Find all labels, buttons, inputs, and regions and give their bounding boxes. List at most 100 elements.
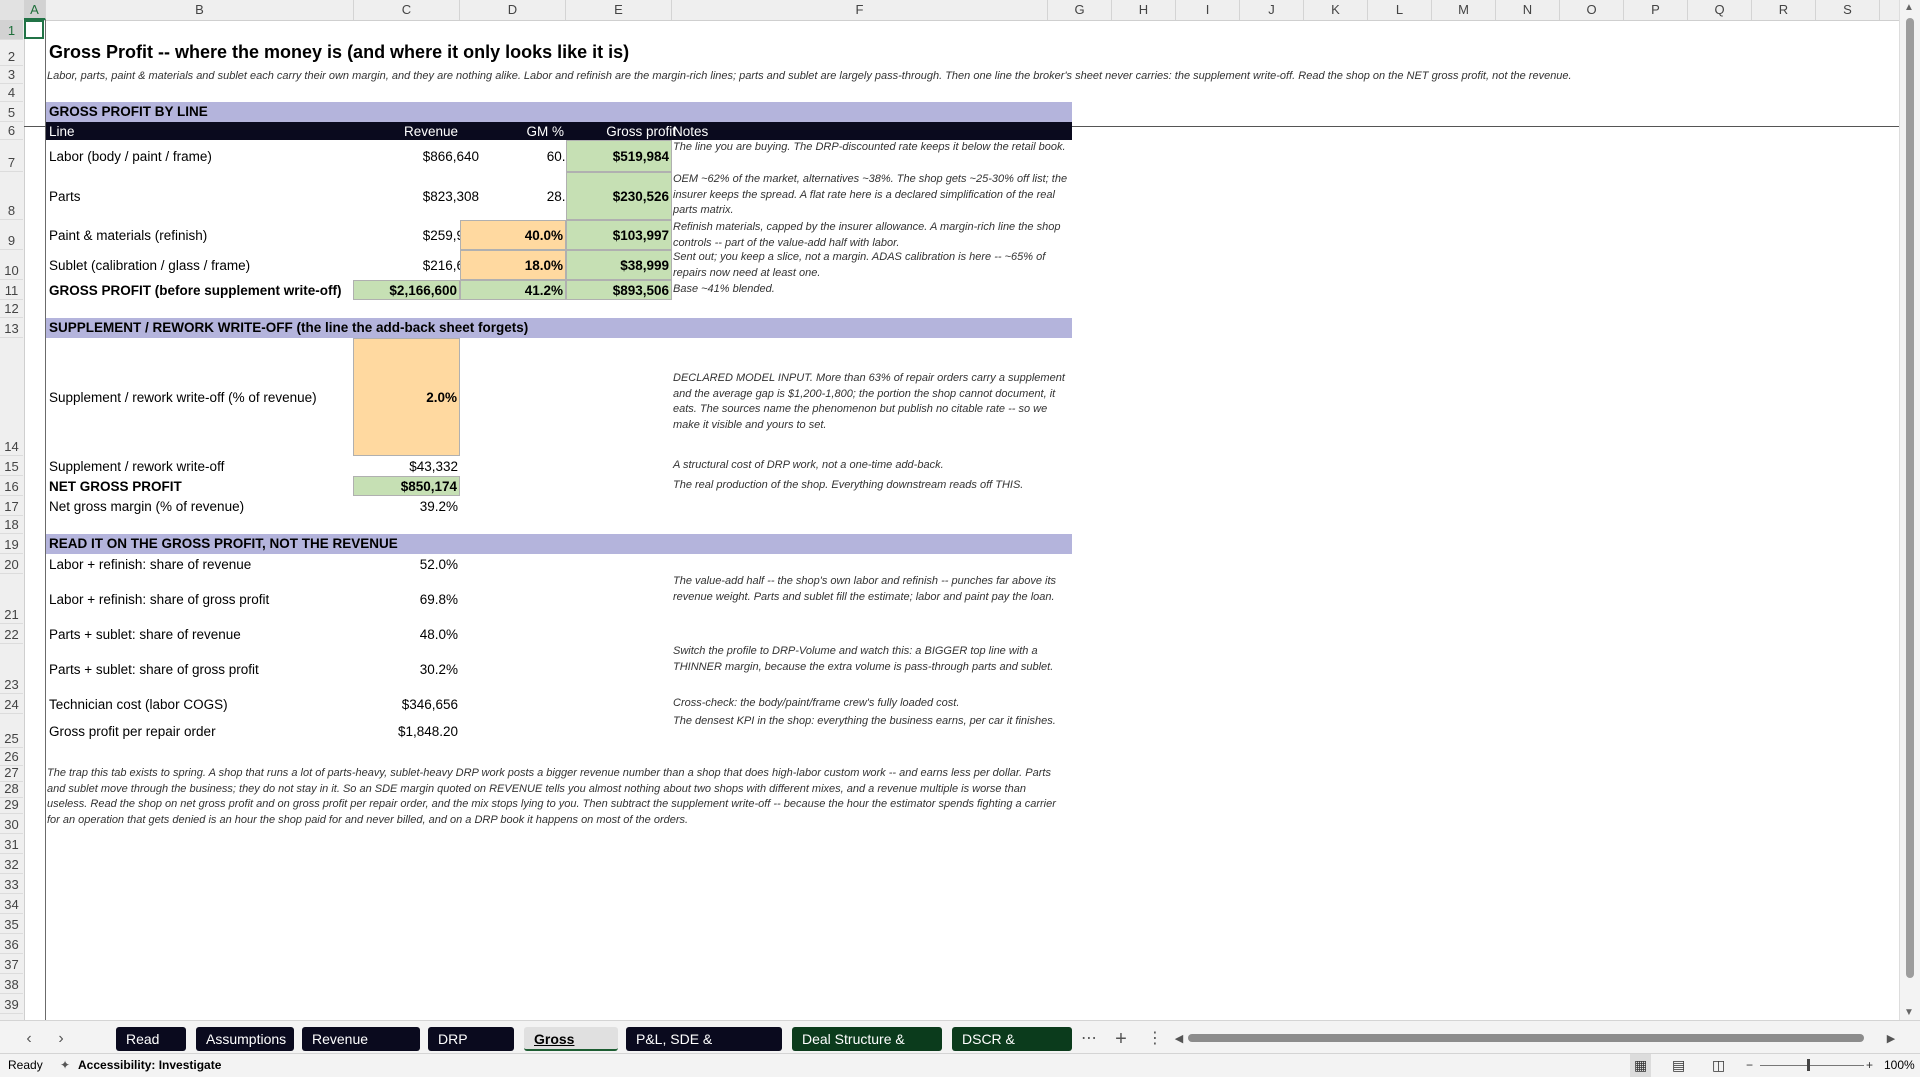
column-header-i[interactable]: I <box>1176 0 1240 20</box>
zoom-in-icon[interactable]: + <box>1866 1054 1873 1077</box>
page-break-view-icon[interactable]: ◫ <box>1712 1054 1725 1077</box>
net-gross-margin-label[interactable]: Net gross margin (% of revenue) <box>49 496 349 516</box>
line-label-paint[interactable]: Paint & materials (refinish) <box>49 220 369 250</box>
metric-label[interactable]: Labor + refinish: share of gross profit <box>49 574 349 624</box>
row-header[interactable]: 37 <box>0 954 23 974</box>
row-header[interactable]: 30 <box>0 814 23 834</box>
row-header[interactable]: 10 <box>0 250 23 280</box>
row-header[interactable]: 26 <box>0 748 23 766</box>
row-header[interactable]: 1 <box>0 20 23 40</box>
column-header-a[interactable]: A <box>24 0 46 20</box>
row-header[interactable]: 3 <box>0 66 23 84</box>
vertical-scrollbar[interactable]: ▲ ▼ <box>1899 0 1920 1020</box>
scroll-up-icon[interactable]: ▲ <box>1904 2 1914 13</box>
sublet-gm-input[interactable]: 18.0% <box>460 250 566 280</box>
zoom-out-icon[interactable]: − <box>1746 1054 1753 1077</box>
more-tabs-icon[interactable]: ⋯ <box>1078 1027 1100 1051</box>
net-gross-margin-value[interactable]: 39.2% <box>353 496 460 516</box>
supplement-writeoff-value[interactable]: $43,332 <box>353 456 460 476</box>
active-cell-a1[interactable] <box>24 20 44 39</box>
row-header[interactable]: 22 <box>0 624 23 644</box>
tab-drp-bridge[interactable]: DRP Bridge <box>428 1027 514 1071</box>
column-header-h[interactable]: H <box>1112 0 1176 20</box>
row-header[interactable]: 9 <box>0 220 23 250</box>
column-header-b[interactable]: B <box>46 0 354 20</box>
metric-value[interactable]: 48.0% <box>353 624 460 644</box>
row-header[interactable]: 5 <box>0 102 23 122</box>
zoom-level[interactable]: 100% <box>1884 1054 1915 1077</box>
row-header[interactable]: 27 <box>0 765 23 782</box>
row-header[interactable]: 14 <box>0 338 23 456</box>
tab-read-me[interactable]: Read Me <box>116 1027 186 1071</box>
row-header[interactable]: 39 <box>0 994 23 1014</box>
tab-gross-profit[interactable]: Gross Profit <box>524 1027 618 1071</box>
metric-value[interactable]: $1,848.20 <box>353 714 460 748</box>
tab-scroll-left-icon[interactable]: ‹ <box>18 1027 40 1051</box>
row-header[interactable]: 23 <box>0 644 23 694</box>
column-header-q[interactable]: Q <box>1688 0 1752 20</box>
paint-gross-profit[interactable]: $103,997 <box>566 220 672 250</box>
row-header[interactable]: 24 <box>0 694 23 714</box>
row-header[interactable]: 21 <box>0 574 23 624</box>
row-header[interactable]: 28 <box>0 781 23 798</box>
metric-label[interactable]: Labor + refinish: share of revenue <box>49 554 349 574</box>
tab-pl-sde[interactable]: P&L, SDE & AdjEBITDA <box>626 1027 782 1071</box>
horizontal-scroll-thumb[interactable] <box>1188 1034 1864 1042</box>
row-header[interactable]: 38 <box>0 974 23 994</box>
horizontal-scrollbar[interactable] <box>1188 1033 1868 1043</box>
gross-profit-total-gp[interactable]: $893,506 <box>566 280 672 300</box>
accessibility-icon[interactable]: ✦ <box>60 1054 70 1077</box>
column-header-e[interactable]: E <box>566 0 672 20</box>
metric-label[interactable]: Technician cost (labor COGS) <box>49 694 349 714</box>
column-header-g[interactable]: G <box>1048 0 1112 20</box>
line-label-labor[interactable]: Labor (body / paint / frame) <box>49 140 369 172</box>
net-gross-profit-value[interactable]: $850,174 <box>353 476 460 496</box>
metric-value[interactable]: 52.0% <box>353 554 460 574</box>
row-header[interactable]: 13 <box>0 318 23 338</box>
add-sheet-icon[interactable]: + <box>1110 1027 1132 1051</box>
zoom-slider-track[interactable] <box>1760 1065 1864 1066</box>
row-header[interactable]: 7 <box>0 140 23 172</box>
row-header[interactable]: 29 <box>0 797 23 814</box>
column-header-n[interactable]: N <box>1496 0 1560 20</box>
column-header-m[interactable]: M <box>1432 0 1496 20</box>
row-header[interactable]: 11 <box>0 280 23 300</box>
normal-view-icon[interactable]: ▦ <box>1630 1054 1652 1077</box>
hscroll-left-icon[interactable]: ◀ <box>1168 1027 1190 1051</box>
tab-assumptions[interactable]: Assumptions <box>196 1027 294 1051</box>
column-header-l[interactable]: L <box>1368 0 1432 20</box>
line-label-parts[interactable]: Parts <box>49 172 369 220</box>
row-header[interactable]: 15 <box>0 456 23 476</box>
row-header[interactable]: 31 <box>0 834 23 854</box>
row-header[interactable]: 35 <box>0 914 23 934</box>
row-header[interactable]: 18 <box>0 516 23 534</box>
sheet-options-icon[interactable]: ⋮ <box>1144 1027 1166 1051</box>
net-gross-profit-label[interactable]: NET GROSS PROFIT <box>49 476 349 496</box>
column-header-c[interactable]: C <box>354 0 460 20</box>
labor-gross-profit[interactable]: $519,984 <box>566 140 672 172</box>
vertical-scroll-thumb[interactable] <box>1906 18 1914 978</box>
page-layout-view-icon[interactable]: ▤ <box>1672 1054 1685 1077</box>
tab-deal-structure[interactable]: Deal Structure & SBA <box>792 1027 942 1071</box>
metric-value[interactable]: $346,656 <box>353 694 460 714</box>
row-header[interactable]: 8 <box>0 172 23 220</box>
sublet-gross-profit[interactable]: $38,999 <box>566 250 672 280</box>
metric-label[interactable]: Parts + sublet: share of gross profit <box>49 644 349 694</box>
column-header-d[interactable]: D <box>460 0 566 20</box>
parts-gross-profit[interactable]: $230,526 <box>566 172 672 220</box>
row-header[interactable]: 6 <box>0 122 23 140</box>
supplement-input-value[interactable]: 2.0% <box>353 338 460 456</box>
line-label-sublet[interactable]: Sublet (calibration / glass / frame) <box>49 250 369 280</box>
metric-value[interactable]: 69.8% <box>353 574 460 624</box>
row-header[interactable]: 4 <box>0 84 23 102</box>
column-header-r[interactable]: R <box>1752 0 1816 20</box>
row-header[interactable]: 17 <box>0 496 23 516</box>
supplement-writeoff-label[interactable]: Supplement / rework write-off <box>49 456 349 476</box>
metric-value[interactable]: 30.2% <box>353 644 460 694</box>
row-header[interactable]: 19 <box>0 534 23 554</box>
row-header[interactable]: 36 <box>0 934 23 954</box>
zoom-slider-thumb[interactable] <box>1807 1059 1810 1071</box>
metric-label[interactable]: Parts + sublet: share of revenue <box>49 624 349 644</box>
hscroll-right-icon[interactable]: ▶ <box>1880 1027 1902 1051</box>
row-header[interactable]: 33 <box>0 874 23 894</box>
